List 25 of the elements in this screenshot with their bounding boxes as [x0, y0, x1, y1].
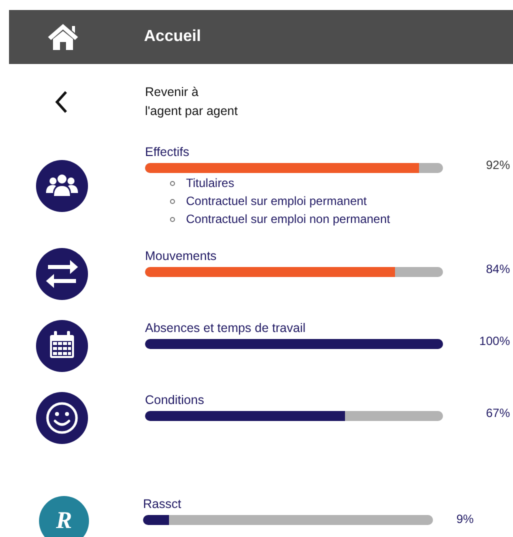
calendar-icon[interactable]: [36, 320, 88, 372]
percent-value: 9%: [456, 512, 474, 526]
page-title: Accueil: [144, 28, 201, 46]
bullet-icon: [170, 198, 175, 204]
smiley-icon[interactable]: [36, 392, 88, 444]
percent-value: 84%: [486, 262, 510, 276]
theme-link[interactable]: Rassct: [143, 497, 433, 512]
theme-link[interactable]: Mouvements: [145, 249, 443, 264]
arrows-icon[interactable]: [36, 248, 88, 300]
theme-link[interactable]: Conditions: [145, 393, 443, 408]
home-icon[interactable]: [46, 23, 78, 51]
back-link[interactable]: Revenir à l'agent par agent: [145, 83, 238, 121]
people-icon[interactable]: [36, 160, 88, 212]
sub-link[interactable]: Contractuel sur emploi permanent: [186, 194, 367, 208]
back-icon[interactable]: [55, 90, 69, 114]
bullet-icon: [170, 216, 175, 222]
letter-badge[interactable]: R: [39, 496, 89, 537]
percent-value: 92%: [486, 158, 510, 172]
sub-link[interactable]: Titulaires: [186, 176, 234, 190]
theme-link[interactable]: Absences et temps de travail: [145, 321, 443, 336]
percent-value: 100%: [479, 334, 510, 348]
bullet-icon: [170, 180, 175, 186]
percent-value: 67%: [486, 406, 510, 420]
sub-link[interactable]: Contractuel sur emploi non permanent: [186, 212, 390, 226]
theme-link[interactable]: Effectifs: [145, 145, 443, 160]
